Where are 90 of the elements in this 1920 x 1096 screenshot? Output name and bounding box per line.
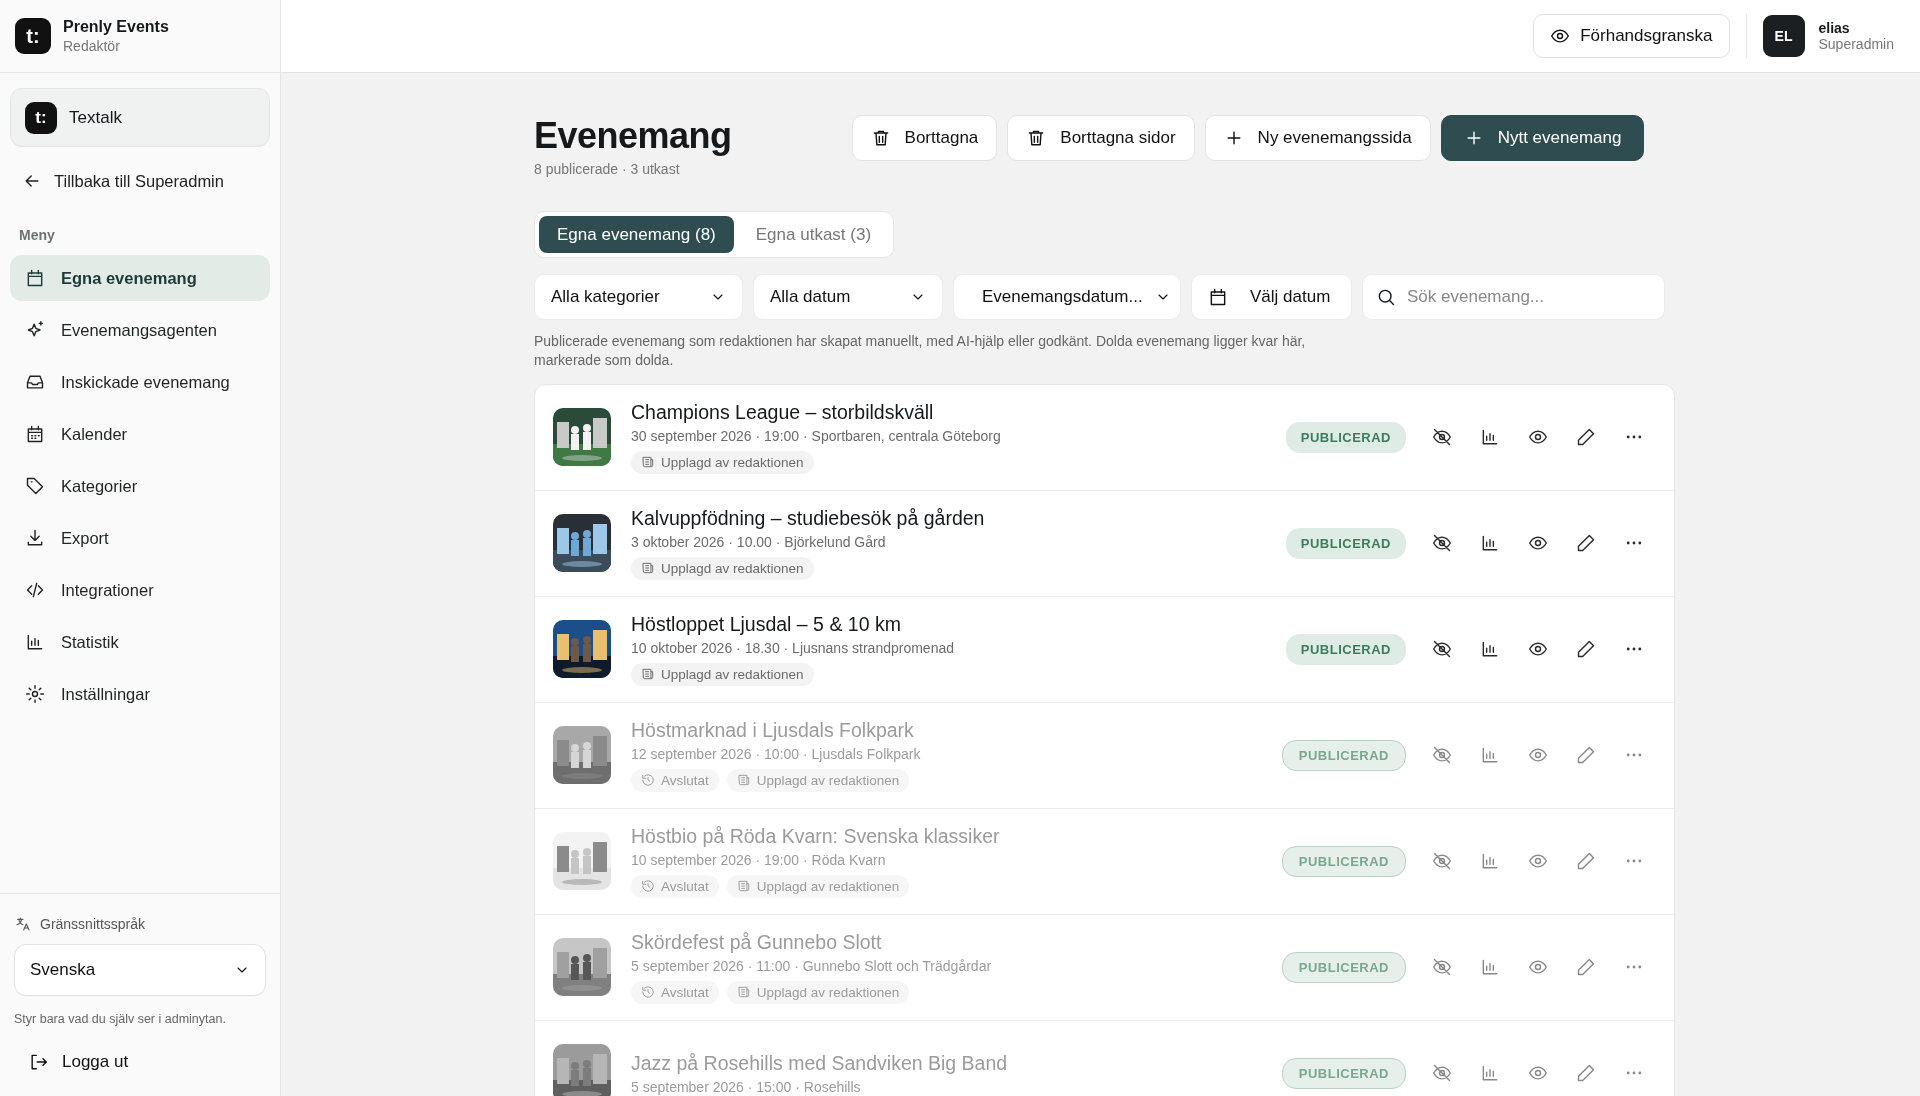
language-label: Gränssnittsspråk: [40, 916, 146, 932]
user-avatar[interactable]: EL: [1762, 15, 1805, 57]
status-badge: PUBLICERAD: [1281, 739, 1406, 771]
event-meta: 10 september 2026 · 19:00 · Röda Kvarn: [631, 851, 886, 868]
edit-icon[interactable]: [1576, 533, 1596, 554]
tag-label: Upplagd av redaktionen: [661, 560, 804, 576]
event-title[interactable]: Champions League – storbildskväll: [631, 400, 934, 424]
tab[interactable]: Egna evenemang (8): [539, 216, 734, 253]
history-icon: [641, 879, 655, 894]
menu-item[interactable]: Export: [10, 515, 270, 561]
bar-chart-icon: [25, 632, 45, 652]
hide-icon[interactable]: [1432, 639, 1452, 660]
event-title[interactable]: Höstloppet Ljusdal – 5 & 10 km: [631, 612, 901, 636]
status-badge: PUBLICERAD: [1285, 633, 1406, 665]
language-select[interactable]: Svenska: [14, 944, 266, 996]
event-meta: 5 september 2026 · 11:00 · Gunnebo Slott och Trädgårdar: [631, 957, 992, 974]
tag-label: Avslutat: [661, 878, 709, 894]
event-meta: 10 oktober 2026 · 18.30 · Ljusnans strandpromenad: [631, 639, 954, 656]
date-picker-button[interactable]: Välj datum: [1191, 274, 1352, 320]
menu-item[interactable]: Integrationer: [10, 567, 270, 613]
newspaper-icon: [641, 561, 655, 576]
newspaper-icon: [641, 667, 655, 682]
settings-icon: [25, 684, 45, 704]
newspaper-icon: [736, 879, 751, 894]
event-title[interactable]: Kalvuppfödning – studiebesök på gården: [631, 506, 985, 530]
menu-item[interactable]: Inställningar: [10, 671, 270, 717]
action-button[interactable]: Ny evenemangssida: [1204, 115, 1431, 161]
tag-icon: [25, 476, 45, 496]
tag-label: Avslutat: [661, 984, 709, 1000]
info-text: Publicerade evenemang som redaktionen har skapat manuellt, med AI-hjälp eller godkänt. Dolda evenemang ligger kvar här, markerade som dolda.: [534, 332, 1307, 370]
tag-label: Upplagd av redaktionen: [756, 878, 900, 894]
back-link[interactable]: Tillbaka till Superadmin: [22, 171, 224, 191]
newspaper-icon: [641, 455, 655, 470]
action-button[interactable]: Borttagna sidor: [1007, 115, 1195, 161]
menu-item[interactable]: Statistik: [10, 619, 270, 665]
tag-label: Upplagd av redaktionen: [661, 454, 804, 470]
status-badge: PUBLICERAD: [1285, 527, 1406, 559]
filter-dropdown[interactable]: Evenemangsdatum...: [953, 274, 1181, 320]
menu-item[interactable]: Inskickade evenemang: [10, 359, 270, 405]
edit-icon[interactable]: [1576, 427, 1596, 448]
tag-label: Avslutat: [661, 772, 709, 788]
event-meta: 12 september 2026 · 10:00 · Ljusdals Folkpark: [631, 745, 921, 762]
status-badge: PUBLICERAD: [1281, 845, 1406, 877]
action-button[interactable]: Borttagna: [851, 115, 998, 161]
tab[interactable]: Egna utkast (3): [737, 216, 890, 253]
tag-label: Upplagd av redaktionen: [756, 984, 900, 1000]
filter-dropdown[interactable]: Alla datum: [753, 274, 943, 320]
download-icon: [25, 528, 45, 548]
status-badge: PUBLICERAD: [1285, 421, 1406, 453]
menu-heading: Meny: [19, 227, 55, 243]
calendar-icon: [1208, 287, 1228, 307]
calendar-icon: [25, 424, 45, 444]
hide-icon[interactable]: [1432, 533, 1452, 554]
status-badge: PUBLICERAD: [1281, 1057, 1406, 1089]
logo: t:: [15, 18, 51, 54]
menu-item[interactable]: Evenemangsagenten: [10, 307, 270, 353]
tag-label: Upplagd av redaktionen: [756, 772, 900, 788]
preview-button[interactable]: Förhandsgranska: [1533, 14, 1730, 58]
action-button[interactable]: Nytt evenemang: [1440, 115, 1645, 161]
calendar-icon: [25, 268, 45, 288]
filter-dropdown[interactable]: Alla kategorier: [534, 274, 743, 320]
newspaper-icon: [736, 985, 751, 1000]
user-name: elias: [1818, 20, 1851, 36]
history-icon: [641, 985, 655, 1000]
workspace-switcher[interactable]: t: Textalk: [10, 88, 270, 147]
search-icon: [1376, 287, 1396, 307]
newspaper-icon: [736, 773, 751, 788]
event-meta: 5 september 2026 · 15:00 · Rosehills: [631, 1078, 861, 1095]
user-role: Superadmin: [1818, 36, 1894, 52]
logout-button[interactable]: Logga ut: [26, 1048, 131, 1076]
search-field[interactable]: Sök evenemang...: [1362, 274, 1665, 320]
logout-icon: [28, 1052, 48, 1072]
page-subtitle: 8 publicerade · 3 utkast: [534, 161, 681, 177]
tag-label: Upplagd av redaktionen: [661, 666, 804, 682]
menu-item[interactable]: Egna evenemang: [10, 255, 270, 301]
page-title: Evenemang: [534, 115, 732, 157]
hide-icon[interactable]: [1432, 427, 1452, 448]
edit-icon[interactable]: [1576, 639, 1596, 660]
status-badge: PUBLICERAD: [1281, 951, 1406, 983]
menu-item[interactable]: Kategorier: [10, 463, 270, 509]
language-hint: Styr bara vad du själv ser i adminytan.: [14, 1012, 226, 1026]
event-meta: 30 september 2026 · 19:00 · Sportbaren, centrala Göteborg: [631, 427, 1001, 444]
translate-icon: [15, 916, 31, 932]
app-name: Prenly Events: [63, 18, 169, 36]
menu-item[interactable]: Kalender: [10, 411, 270, 457]
code-icon: [25, 580, 45, 600]
event-meta: 3 oktober 2026 · 10.00 · Björkelund Gård: [631, 533, 886, 550]
history-icon: [641, 773, 655, 788]
role-label: Redaktör: [63, 38, 121, 54]
inbox-icon: [25, 372, 45, 392]
